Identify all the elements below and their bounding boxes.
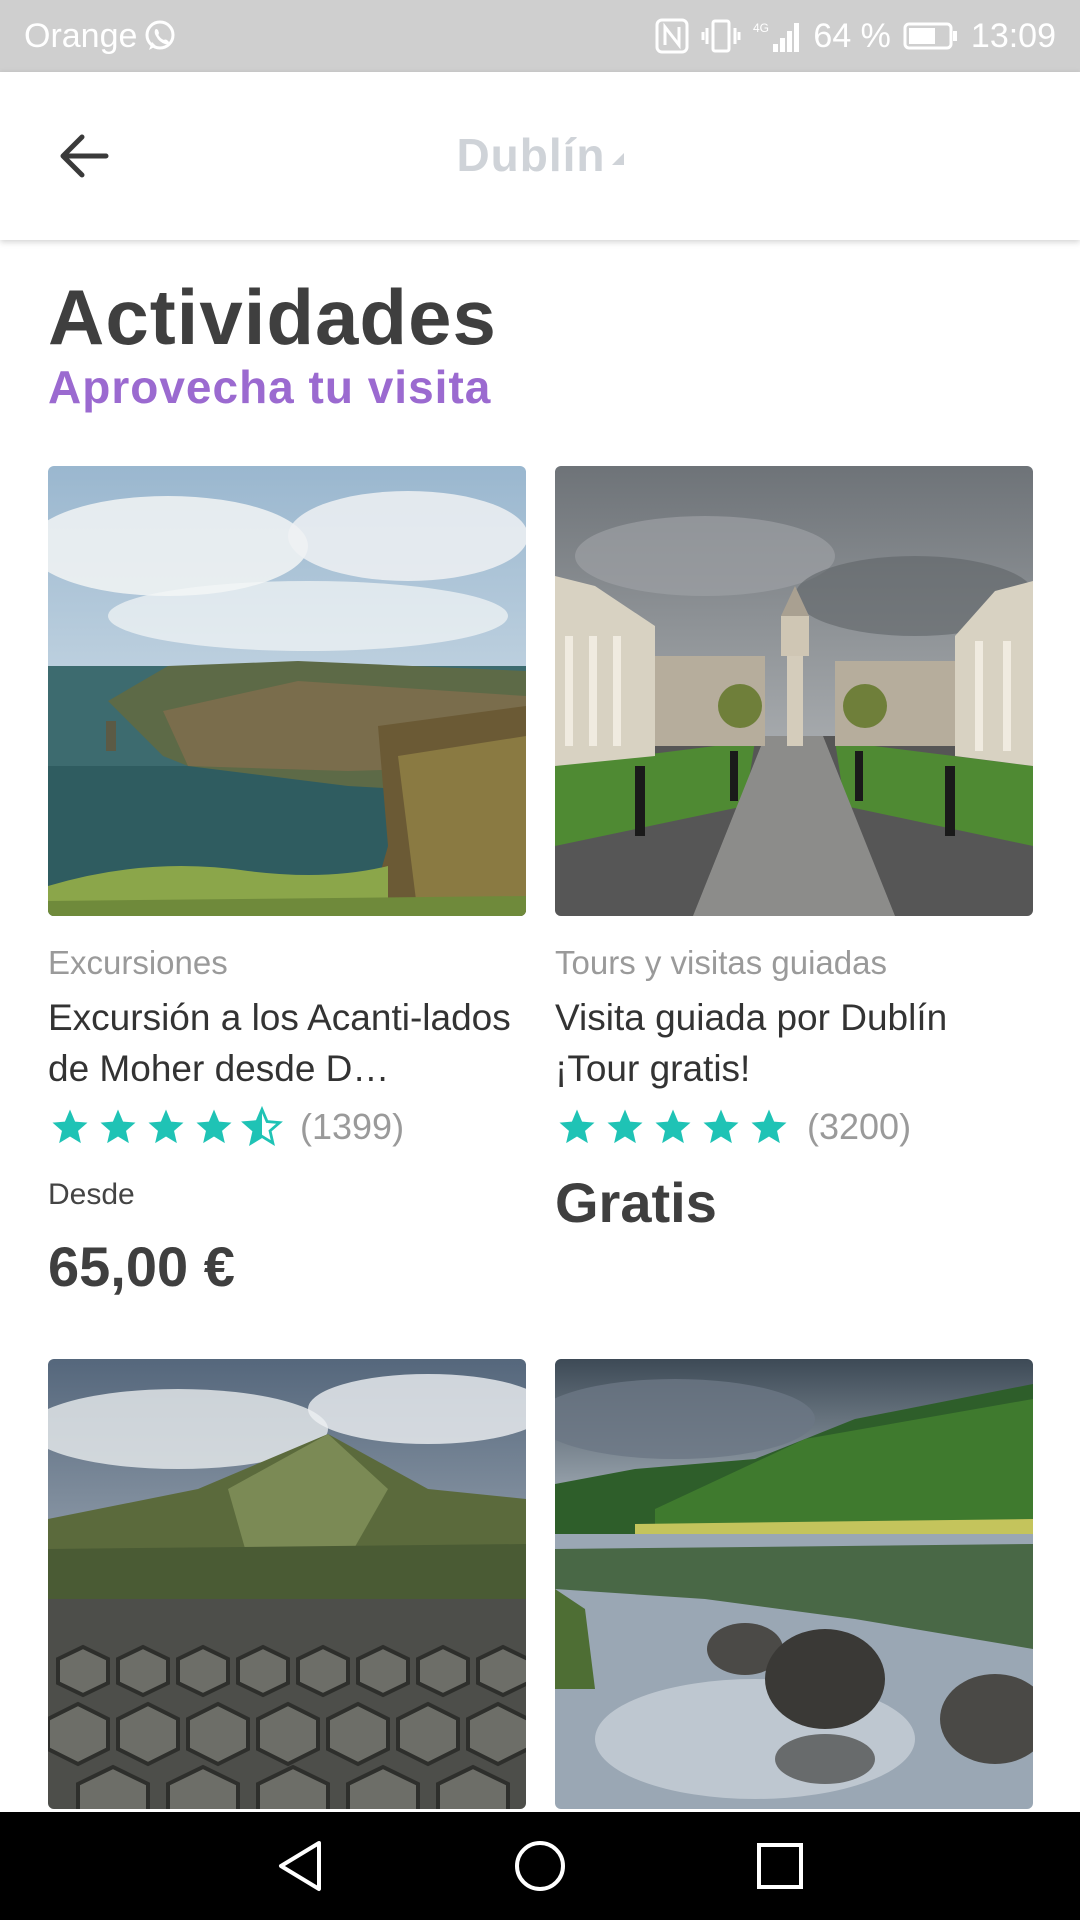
price: 65,00 € <box>48 1235 235 1298</box>
carrier-name: Orange <box>24 16 138 55</box>
star-icon <box>148 1109 184 1144</box>
status-left: Orange <box>24 16 177 56</box>
activity-card[interactable]: Tours y visitas guiadas Visita guiada po… <box>555 466 1033 1235</box>
activity-card[interactable]: Excursiones Excursión a los Acanti-lados… <box>48 466 526 1299</box>
star-icon <box>196 1109 232 1144</box>
card-title[interactable]: Visita guiada por Dublín ¡Tour gratis! <box>555 992 1033 1094</box>
star-icon <box>703 1109 739 1144</box>
nav-recents-button[interactable] <box>736 1832 824 1900</box>
glendalough-lake-photo[interactable] <box>555 1359 1033 1809</box>
giants-causeway-photo[interactable] <box>48 1359 526 1809</box>
clock: 13:09 <box>970 16 1056 55</box>
rating: (3200) <box>555 1102 1033 1152</box>
recents-square-icon <box>757 1843 803 1889</box>
activity-card[interactable] <box>555 1359 1033 1809</box>
signal-icon: 4G <box>753 18 801 54</box>
card-title[interactable]: Excursión a los Acanti-lados de Moher de… <box>48 992 526 1094</box>
nav-back-button[interactable] <box>256 1832 344 1900</box>
home-circle-icon <box>515 1841 565 1891</box>
app-bar: Dublín <box>0 72 1080 240</box>
city-title[interactable]: Dublín <box>0 128 1080 182</box>
trinity-college-photo[interactable] <box>555 466 1033 916</box>
star-icon <box>655 1109 691 1144</box>
card-category: Excursiones <box>48 944 228 981</box>
dropdown-caret-icon <box>611 152 624 165</box>
city-title-label: Dublín <box>456 129 606 181</box>
card-category: Tours y visitas guiadas <box>555 944 887 981</box>
cliffs-of-moher-photo[interactable] <box>48 466 526 916</box>
star-icon <box>751 1109 787 1144</box>
star-icon <box>100 1109 136 1144</box>
review-count: (3200) <box>807 1106 912 1147</box>
half-star-icon <box>241 1106 283 1147</box>
whatsapp-icon <box>143 19 177 53</box>
vibrate-icon <box>701 18 741 54</box>
rating-stars <box>555 1106 791 1148</box>
star-icon <box>607 1109 643 1144</box>
battery-percent: 64 % <box>813 16 891 55</box>
battery-icon <box>903 21 959 51</box>
activity-card[interactable] <box>48 1359 526 1809</box>
rating: (1399) <box>48 1102 526 1152</box>
review-count: (1399) <box>300 1106 405 1147</box>
star-icon <box>52 1109 88 1144</box>
back-triangle-icon <box>279 1841 321 1891</box>
status-bar: Orange 4G 64 % 13:09 <box>0 0 1080 72</box>
rating-stars <box>48 1106 284 1148</box>
system-nav-bar <box>0 1812 1080 1920</box>
network-type: 4G <box>753 21 769 35</box>
star-icon <box>559 1109 595 1144</box>
nfc-icon <box>655 18 689 54</box>
price: Gratis <box>555 1171 717 1234</box>
section-title: Actividades <box>48 273 497 361</box>
status-right: 4G 64 % 13:09 <box>655 16 1056 56</box>
price-from-label: Desde <box>48 1178 135 1211</box>
section-subtitle: Aprovecha tu visita <box>48 361 492 413</box>
nav-home-button[interactable] <box>496 1832 584 1900</box>
